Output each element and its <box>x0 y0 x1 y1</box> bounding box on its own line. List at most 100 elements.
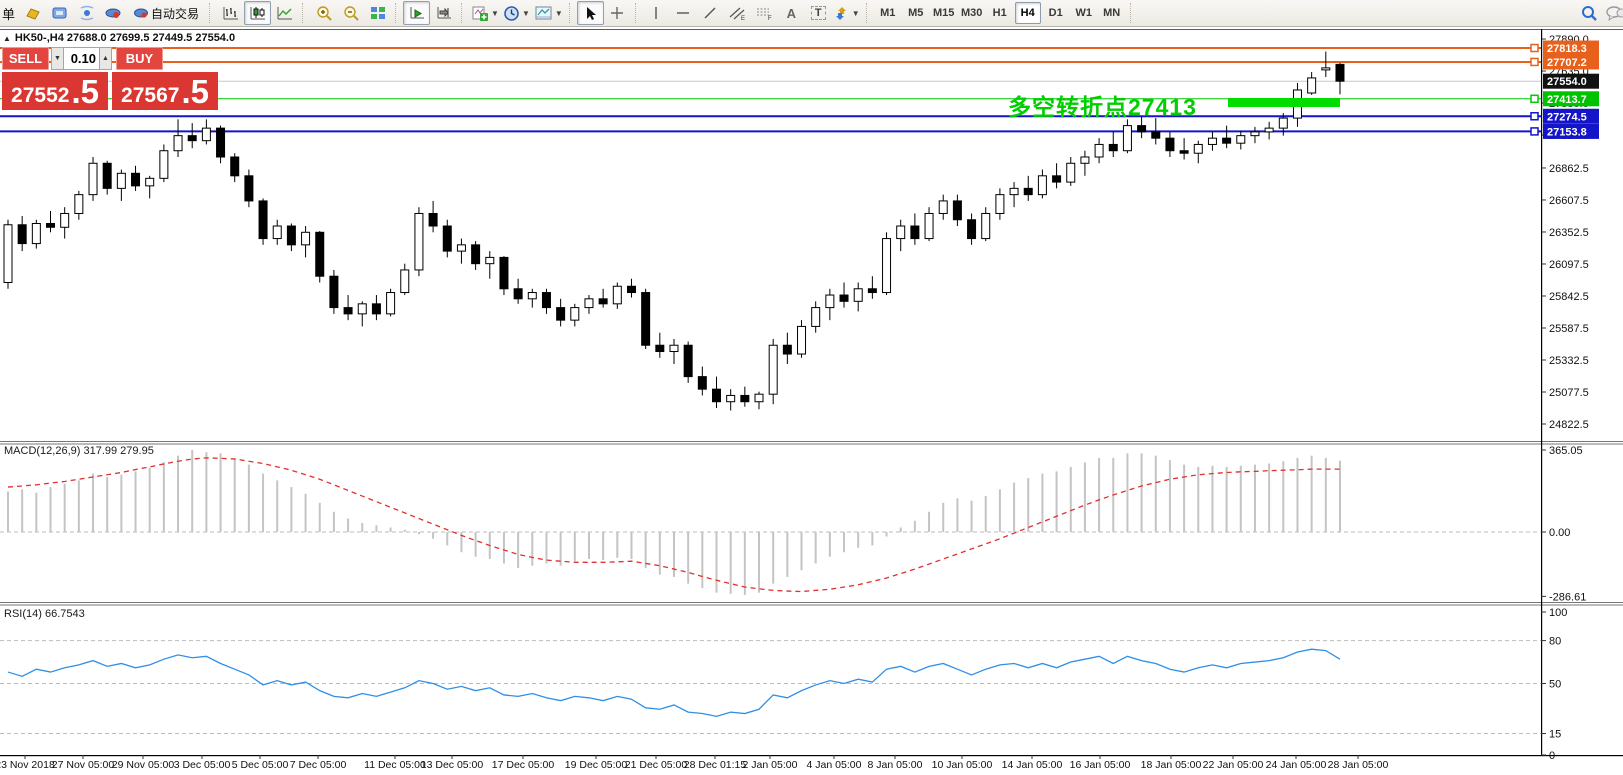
volume-input[interactable]: 0.10 <box>64 47 99 70</box>
price-badge-label: 27818.3 <box>1547 43 1587 55</box>
candle-body <box>982 213 990 238</box>
candle-body <box>259 201 267 239</box>
time-axis-label: 3 Dec 05:00 <box>174 759 231 771</box>
candle-body <box>769 345 777 394</box>
candle-body <box>1067 163 1075 182</box>
time-axis-label: 29 Nov 05:00 <box>112 759 175 771</box>
candle-body <box>783 345 791 354</box>
volume-decrease-button[interactable]: ▼ <box>51 47 64 70</box>
candle-body <box>500 257 508 288</box>
candle-body <box>117 173 125 188</box>
rsi-label: RSI(14) 66.7543 <box>4 608 85 620</box>
collapse-triangle-icon[interactable]: ▲ <box>3 34 11 43</box>
candle-body <box>202 128 210 141</box>
candle-body <box>1138 126 1146 132</box>
candle-body <box>231 157 239 176</box>
macd-axis-label: 365.05 <box>1549 445 1583 457</box>
candle-body <box>316 232 324 276</box>
volume-increase-button[interactable]: ▲ <box>99 47 112 70</box>
candle-body <box>401 270 409 293</box>
time-axis-label: 10 Jan 05:00 <box>932 759 993 771</box>
time-axis-label: 13 Dec 05:00 <box>421 759 484 771</box>
time-axis-line <box>0 755 1623 756</box>
rsi-axis-label: 15 <box>1549 729 1561 741</box>
sell-price[interactable]: 27552.5 <box>2 72 108 110</box>
buy-button[interactable]: BUY <box>116 47 163 70</box>
candle-body <box>1336 64 1344 81</box>
macd-axis-label: -286.61 <box>1549 591 1586 603</box>
candle-body <box>1038 176 1046 195</box>
time-axis-label: 22 Jan 05:00 <box>1203 759 1264 771</box>
chart-canvas[interactable]: 27890.027635.027380.027125.026862.526607… <box>0 0 1623 775</box>
candle-body <box>939 201 947 214</box>
line-anchor-square <box>1531 95 1538 102</box>
price-axis-line <box>1541 29 1542 755</box>
price-badge-label: 27707.2 <box>1547 57 1587 69</box>
candle-body <box>1308 78 1316 93</box>
candle-body <box>174 136 182 151</box>
line-anchor-square <box>1531 58 1538 65</box>
candle-body <box>132 173 140 186</box>
time-axis-label: 17 Dec 05:00 <box>492 759 555 771</box>
price-axis-label: 26862.5 <box>1549 163 1589 175</box>
time-axis-label: 14 Jan 05:00 <box>1002 759 1063 771</box>
candle-body <box>698 377 706 390</box>
candle-body <box>372 304 380 314</box>
candle-body <box>868 289 876 293</box>
panel-separator[interactable] <box>0 602 1623 603</box>
macd-label: MACD(12,26,9) 317.99 279.95 <box>4 445 154 457</box>
candle-body <box>528 293 536 299</box>
chart-header: ▲ HK50-,H4 27688.0 27699.5 27449.5 27554… <box>3 32 235 44</box>
candle-body <box>387 293 395 314</box>
time-axis-label: 28 Jan 05:00 <box>1328 759 1389 771</box>
time-axis-label: 27 Nov 05:00 <box>52 759 115 771</box>
price-axis-label: 25587.5 <box>1549 323 1589 335</box>
candle-body <box>47 224 55 228</box>
candle-body <box>486 257 494 263</box>
buy-price-main: 27567 <box>121 77 179 115</box>
candle-body <box>741 395 749 401</box>
candle-body <box>457 245 465 251</box>
macd-axis-label: 0.00 <box>1549 527 1570 539</box>
time-axis-label: 8 Jan 05:00 <box>868 759 923 771</box>
price-axis-label: 25332.5 <box>1549 355 1589 367</box>
candle-body <box>344 308 352 314</box>
price-badge-label: 27554.0 <box>1547 76 1587 88</box>
candle-body <box>103 163 111 188</box>
buy-price[interactable]: 27567.5 <box>112 72 218 110</box>
sell-button[interactable]: SELL <box>2 47 49 70</box>
rsi-axis-label: 100 <box>1549 607 1567 619</box>
candle-body <box>160 151 168 179</box>
price-axis-label: 26352.5 <box>1549 227 1589 239</box>
candle-body <box>4 225 12 283</box>
candle-body <box>1123 126 1131 151</box>
time-axis-label: 24 Jan 05:00 <box>1266 759 1327 771</box>
candle-body <box>557 308 565 321</box>
time-axis-label: 11 Dec 05:00 <box>364 759 426 771</box>
time-axis-label: 18 Jan 05:00 <box>1141 759 1202 771</box>
time-axis-label: 5 Dec 05:00 <box>232 759 289 771</box>
candle-body <box>443 226 451 251</box>
time-axis-label: 19 Dec 05:00 <box>565 759 628 771</box>
candle-body <box>571 308 579 321</box>
green-bar-object[interactable] <box>1228 98 1340 107</box>
panel-separator[interactable] <box>0 605 1623 606</box>
candle-body <box>968 220 976 239</box>
candle-body <box>996 195 1004 214</box>
panel-separator[interactable] <box>0 441 1623 442</box>
time-axis-label: 2 Jan 05:00 <box>743 759 798 771</box>
candle-body <box>302 232 310 245</box>
annotation-text[interactable]: 多空转折点27413 <box>1008 88 1197 122</box>
price-axis-label: 26607.5 <box>1549 195 1589 207</box>
candle-body <box>245 176 253 201</box>
candle-body <box>1152 132 1160 138</box>
candle-body <box>1024 188 1032 194</box>
panel-separator[interactable] <box>0 444 1623 445</box>
candle-body <box>826 295 834 308</box>
line-anchor-square <box>1531 128 1538 135</box>
mt4-window: 单 自动交易 <box>0 0 1623 775</box>
candle-body <box>1251 132 1259 136</box>
candle-body <box>911 226 919 239</box>
candle-body <box>1053 176 1061 182</box>
candle-body <box>188 136 196 141</box>
